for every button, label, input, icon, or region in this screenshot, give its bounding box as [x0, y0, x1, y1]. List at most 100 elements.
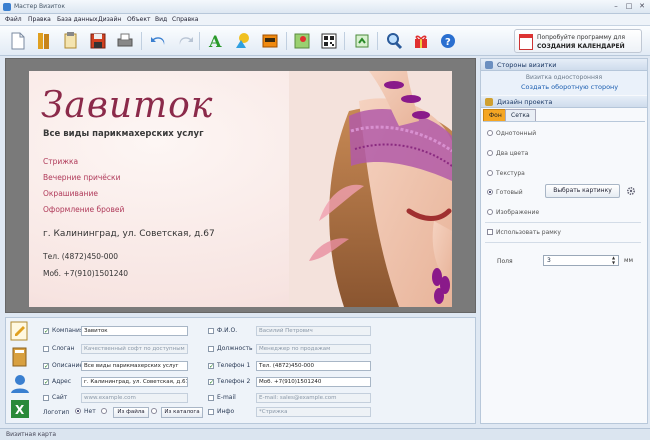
book-icon[interactable] — [6, 346, 34, 368]
card-service[interactable]: Окрашивание — [43, 189, 98, 198]
add-shapes-icon[interactable] — [234, 31, 252, 51]
site-input[interactable]: www.example.com — [81, 393, 188, 403]
templates-icon[interactable] — [35, 31, 53, 51]
logo-option-file-radio[interactable] — [101, 407, 110, 415]
business-card-preview[interactable]: Завиток Все виды парикмахерских услуг Ст… — [29, 71, 452, 307]
email-input[interactable]: E-mail: sales@example.com — [256, 393, 371, 403]
logo-from-catalog-button[interactable]: Из каталога — [161, 407, 203, 418]
divider — [485, 242, 641, 243]
radio-icon — [101, 407, 107, 414]
add-map-icon[interactable] — [293, 31, 311, 51]
undo-icon[interactable] — [150, 31, 168, 51]
bg-option-ready[interactable]: Готовый — [487, 188, 523, 196]
menu-file[interactable]: Файл — [5, 16, 22, 23]
description-input[interactable]: Все виды парикмахерских услуг — [81, 361, 188, 371]
card-service[interactable]: Оформление бровей — [43, 205, 124, 214]
card-service[interactable]: Вечерние причёски — [43, 173, 120, 182]
gear-icon[interactable] — [626, 186, 636, 196]
card-address[interactable]: г. Калининград, ул. Советская, д.67 — [43, 229, 215, 239]
info-checkbox[interactable] — [208, 409, 214, 415]
menu-view[interactable]: Вид — [155, 16, 167, 23]
description-checkbox[interactable]: ✓ — [43, 363, 49, 370]
margin-stepper[interactable]: 3 ▲ ▼ — [543, 255, 619, 266]
create-back-side-link[interactable]: Создать оборотную сторону — [521, 83, 618, 91]
card-description[interactable]: Все виды парикмахерских услуг — [43, 129, 204, 139]
fio-checkbox[interactable] — [208, 328, 214, 334]
maximize-button[interactable]: □ — [623, 2, 635, 11]
new-document-icon[interactable] — [9, 31, 27, 51]
bg-option-texture[interactable]: Текстура — [487, 169, 525, 177]
print-icon[interactable] — [116, 31, 134, 51]
phone2-checkbox[interactable]: ✓ — [208, 379, 214, 386]
add-text-icon[interactable]: A — [207, 31, 225, 51]
save-icon[interactable] — [89, 31, 107, 51]
menu-design[interactable]: Дизайн — [98, 16, 121, 23]
site-checkbox[interactable] — [43, 395, 49, 401]
zoom-icon[interactable] — [385, 31, 403, 51]
menu-object[interactable]: Объект — [127, 16, 150, 23]
email-checkbox[interactable] — [208, 395, 214, 401]
radio-icon — [487, 129, 493, 136]
address-label: Адрес — [52, 378, 72, 385]
position-input[interactable]: Менеджер по продажам — [256, 344, 371, 354]
add-image-icon[interactable] — [261, 31, 279, 51]
toolbar-separator — [141, 32, 142, 50]
design-section-title: Дизайн проекта — [497, 98, 553, 106]
qr-code-icon[interactable] — [320, 31, 338, 51]
promo-line-2: СОЗДАНИЯ КАЛЕНДАРЕЙ — [537, 43, 625, 50]
card-photo — [289, 71, 452, 307]
app-icon — [3, 3, 11, 11]
right-panel: Стороны визитки Визитка односторонняя Со… — [480, 58, 648, 424]
contacts-icon[interactable] — [6, 372, 34, 394]
company-input[interactable]: Завиток — [81, 326, 188, 336]
position-checkbox[interactable] — [208, 346, 214, 352]
company-checkbox[interactable]: ✓ — [43, 328, 49, 335]
logo-from-file-button[interactable]: Из файла — [113, 407, 149, 418]
text-fields-icon[interactable] — [6, 320, 34, 342]
address-checkbox[interactable]: ✓ — [43, 379, 49, 386]
pick-image-button[interactable]: Выбрать картинку — [545, 184, 620, 198]
menu-edit[interactable]: Правка — [28, 16, 51, 23]
card-service[interactable]: Стрижка — [43, 157, 78, 166]
info-input[interactable]: *Стрижка — [256, 407, 371, 417]
open-file-icon[interactable] — [62, 31, 80, 51]
margin-value: 3 — [547, 257, 551, 264]
menu-database[interactable]: База данных — [57, 16, 98, 23]
excel-icon[interactable]: X — [6, 398, 34, 420]
redo-icon[interactable] — [176, 31, 194, 51]
phone2-input[interactable]: Моб. +7(910)1501240 — [256, 377, 371, 387]
divider — [485, 222, 641, 223]
bg-option-image[interactable]: Изображение — [487, 208, 539, 216]
export-icon[interactable] — [353, 31, 371, 51]
card-phone-1[interactable]: Тел. (4872)450-000 — [43, 252, 118, 261]
use-frame-checkbox[interactable]: Использовать рамку — [487, 228, 561, 236]
calendar-promo-button[interactable]: Попробуйте программу для СОЗДАНИЯ КАЛЕНД… — [514, 29, 642, 53]
slogan-checkbox[interactable] — [43, 346, 49, 352]
logo-option-catalog-radio[interactable] — [151, 407, 160, 415]
tab-grid[interactable]: Сетка — [505, 109, 536, 121]
close-button[interactable]: ✕ — [636, 2, 648, 11]
address-input[interactable]: г. Калининград, ул. Советская, д.67 — [81, 377, 188, 387]
toolbar-separator — [199, 32, 200, 50]
fio-input[interactable]: Василий Петрович — [256, 326, 371, 336]
stepper-arrows-icon[interactable]: ▲ ▼ — [610, 255, 617, 265]
design-section-header[interactable]: Дизайн проекта — [481, 96, 647, 108]
sides-section-body: Визитка односторонняя Создать оборотную … — [481, 71, 647, 95]
menu-help[interactable]: Справка — [172, 16, 198, 23]
company-label: Компания — [52, 327, 84, 334]
radio-icon — [151, 407, 157, 414]
bg-option-solid[interactable]: Однотонный — [487, 129, 536, 137]
info-label: Инфо — [217, 408, 235, 415]
sides-section-header[interactable]: Стороны визитки — [481, 59, 647, 71]
gift-icon[interactable] — [412, 31, 430, 51]
card-phone-2[interactable]: Моб. +7(910)1501240 — [43, 269, 128, 278]
bg-option-two-colors[interactable]: Два цвета — [487, 149, 528, 157]
sides-icon — [485, 61, 493, 69]
phone1-input[interactable]: Тел. (4872)450-000 — [256, 361, 371, 371]
card-company-name[interactable]: Завиток — [41, 85, 213, 126]
slogan-input[interactable]: Качественный софт по доступным ценам — [81, 344, 188, 354]
help-icon[interactable]: ? — [439, 31, 457, 51]
logo-option-none[interactable]: Нет — [75, 407, 96, 415]
phone1-checkbox[interactable]: ✓ — [208, 363, 214, 370]
minimize-button[interactable]: – — [610, 2, 622, 11]
